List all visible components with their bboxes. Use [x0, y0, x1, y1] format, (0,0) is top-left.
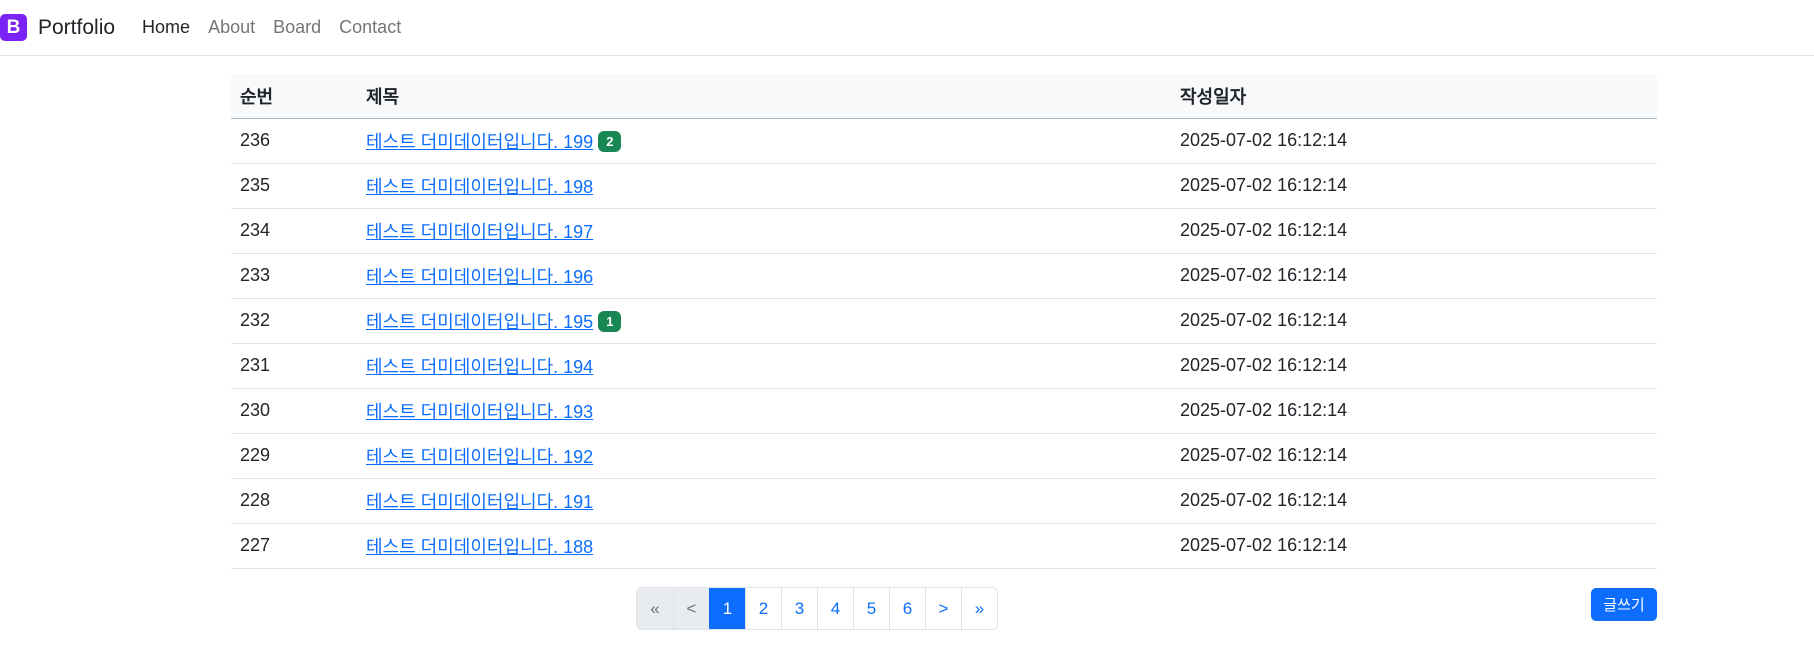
table-row: 235 테스트 더미데이터입니다. 198 2025-07-02 16:12:14 — [231, 163, 1657, 209]
post-title-link[interactable]: 테스트 더미데이터입니다. 199 — [366, 132, 593, 152]
table-row: 231 테스트 더미데이터입니다. 194 2025-07-02 16:12:14 — [231, 343, 1657, 389]
comment-count-badge: 2 — [598, 130, 622, 152]
table-row: 234 테스트 더미데이터입니다. 197 2025-07-02 16:12:14 — [231, 208, 1657, 254]
table-row: 233 테스트 더미데이터입니다. 196 2025-07-02 16:12:14 — [231, 253, 1657, 299]
row-number: 232 — [231, 298, 357, 344]
row-date: 2025-07-02 16:12:14 — [1171, 343, 1657, 389]
comment-count-badge: 1 — [598, 310, 622, 332]
row-number: 229 — [231, 433, 357, 479]
row-title-cell: 테스트 더미데이터입니다. 197 — [357, 208, 1171, 254]
row-number: 234 — [231, 208, 357, 254]
row-date: 2025-07-02 16:12:14 — [1171, 118, 1657, 164]
row-number: 236 — [231, 118, 357, 164]
page-4-button[interactable]: 4 — [817, 588, 853, 629]
nav-link-board[interactable]: Board — [273, 17, 321, 38]
table-row: 230 테스트 더미데이터입니다. 193 2025-07-02 16:12:14 — [231, 388, 1657, 434]
row-number: 228 — [231, 478, 357, 524]
row-date: 2025-07-02 16:12:14 — [1171, 523, 1657, 569]
table-row: 236 테스트 더미데이터입니다. 199 2 2025-07-02 16:12:14 — [231, 118, 1657, 164]
post-title-link[interactable]: 테스트 더미데이터입니다. 192 — [366, 447, 593, 467]
write-post-button[interactable]: 글쓰기 — [1591, 588, 1657, 621]
row-date: 2025-07-02 16:12:14 — [1171, 253, 1657, 299]
page-5-button[interactable]: 5 — [853, 588, 889, 629]
page-prev-button[interactable]: < — [673, 588, 709, 629]
row-number: 230 — [231, 388, 357, 434]
row-date: 2025-07-02 16:12:14 — [1171, 388, 1657, 434]
nav-link-contact[interactable]: Contact — [339, 17, 401, 38]
navbar: B Portfolio Home About Board Contact — [0, 0, 1814, 56]
board-table: 순번 제목 작성일자 236 테스트 더미데이터입니다. 199 2 2025-07-… — [231, 74, 1657, 569]
post-title-link[interactable]: 테스트 더미데이터입니다. 198 — [366, 177, 593, 197]
row-title-cell: 테스트 더미데이터입니다. 198 — [357, 163, 1171, 209]
page-1-button[interactable]: 1 — [709, 588, 745, 629]
nav-link-about[interactable]: About — [208, 17, 255, 38]
post-title-link[interactable]: 테스트 더미데이터입니다. 194 — [366, 357, 593, 377]
row-title-cell: 테스트 더미데이터입니다. 192 — [357, 433, 1171, 479]
row-number: 235 — [231, 163, 357, 209]
post-title-link[interactable]: 테스트 더미데이터입니다. 188 — [366, 537, 593, 557]
nav-link-home[interactable]: Home — [142, 17, 190, 38]
page-last-button[interactable]: » — [961, 588, 997, 629]
page-2-button[interactable]: 2 — [745, 588, 781, 629]
post-title-link[interactable]: 테스트 더미데이터입니다. 193 — [366, 402, 593, 422]
post-title-link[interactable]: 테스트 더미데이터입니다. 196 — [366, 267, 593, 287]
row-date: 2025-07-02 16:12:14 — [1171, 208, 1657, 254]
brand-name: Portfolio — [38, 15, 116, 39]
row-title-cell: 테스트 더미데이터입니다. 194 — [357, 343, 1171, 389]
table-row: 229 테스트 더미데이터입니다. 192 2025-07-02 16:12:14 — [231, 433, 1657, 479]
row-number: 231 — [231, 343, 357, 389]
row-title-cell: 테스트 더미데이터입니다. 193 — [357, 388, 1171, 434]
row-date: 2025-07-02 16:12:14 — [1171, 298, 1657, 344]
page-6-button[interactable]: 6 — [889, 588, 925, 629]
row-title-cell: 테스트 더미데이터입니다. 188 — [357, 523, 1171, 569]
row-title-cell: 테스트 더미데이터입니다. 191 — [357, 478, 1171, 524]
row-date: 2025-07-02 16:12:14 — [1171, 433, 1657, 479]
table-row: 228 테스트 더미데이터입니다. 191 2025-07-02 16:12:14 — [231, 478, 1657, 524]
header-date: 작성일자 — [1171, 74, 1657, 119]
table-header-row: 순번 제목 작성일자 — [231, 74, 1657, 119]
header-title: 제목 — [357, 74, 1171, 119]
header-number: 순번 — [231, 74, 357, 119]
post-title-link[interactable]: 테스트 더미데이터입니다. 197 — [366, 222, 593, 242]
table-row: 232 테스트 더미데이터입니다. 195 1 2025-07-02 16:12:14 — [231, 298, 1657, 344]
row-title-cell: 테스트 더미데이터입니다. 196 — [357, 253, 1171, 299]
post-title-link[interactable]: 테스트 더미데이터입니다. 195 — [366, 312, 593, 332]
row-title-cell: 테스트 더미데이터입니다. 195 1 — [357, 298, 1171, 344]
pagination: « < 1 2 3 4 5 6 > » — [636, 587, 998, 630]
brand-link[interactable]: B Portfolio — [0, 14, 115, 41]
row-number: 227 — [231, 523, 357, 569]
table-row: 227 테스트 더미데이터입니다. 188 2025-07-02 16:12:14 — [231, 523, 1657, 569]
bootstrap-logo-icon: B — [0, 14, 27, 41]
row-title-cell: 테스트 더미데이터입니다. 199 2 — [357, 118, 1171, 164]
page-first-button[interactable]: « — [637, 588, 673, 629]
nav-links: Home About Board Contact — [142, 17, 401, 38]
page-3-button[interactable]: 3 — [781, 588, 817, 629]
board-container: 순번 제목 작성일자 236 테스트 더미데이터입니다. 199 2 2025-07-… — [231, 74, 1657, 569]
page-next-button[interactable]: > — [925, 588, 961, 629]
row-date: 2025-07-02 16:12:14 — [1171, 163, 1657, 209]
post-title-link[interactable]: 테스트 더미데이터입니다. 191 — [366, 492, 593, 512]
row-number: 233 — [231, 253, 357, 299]
row-date: 2025-07-02 16:12:14 — [1171, 478, 1657, 524]
table-body: 236 테스트 더미데이터입니다. 199 2 2025-07-02 16:12:14… — [231, 118, 1657, 569]
